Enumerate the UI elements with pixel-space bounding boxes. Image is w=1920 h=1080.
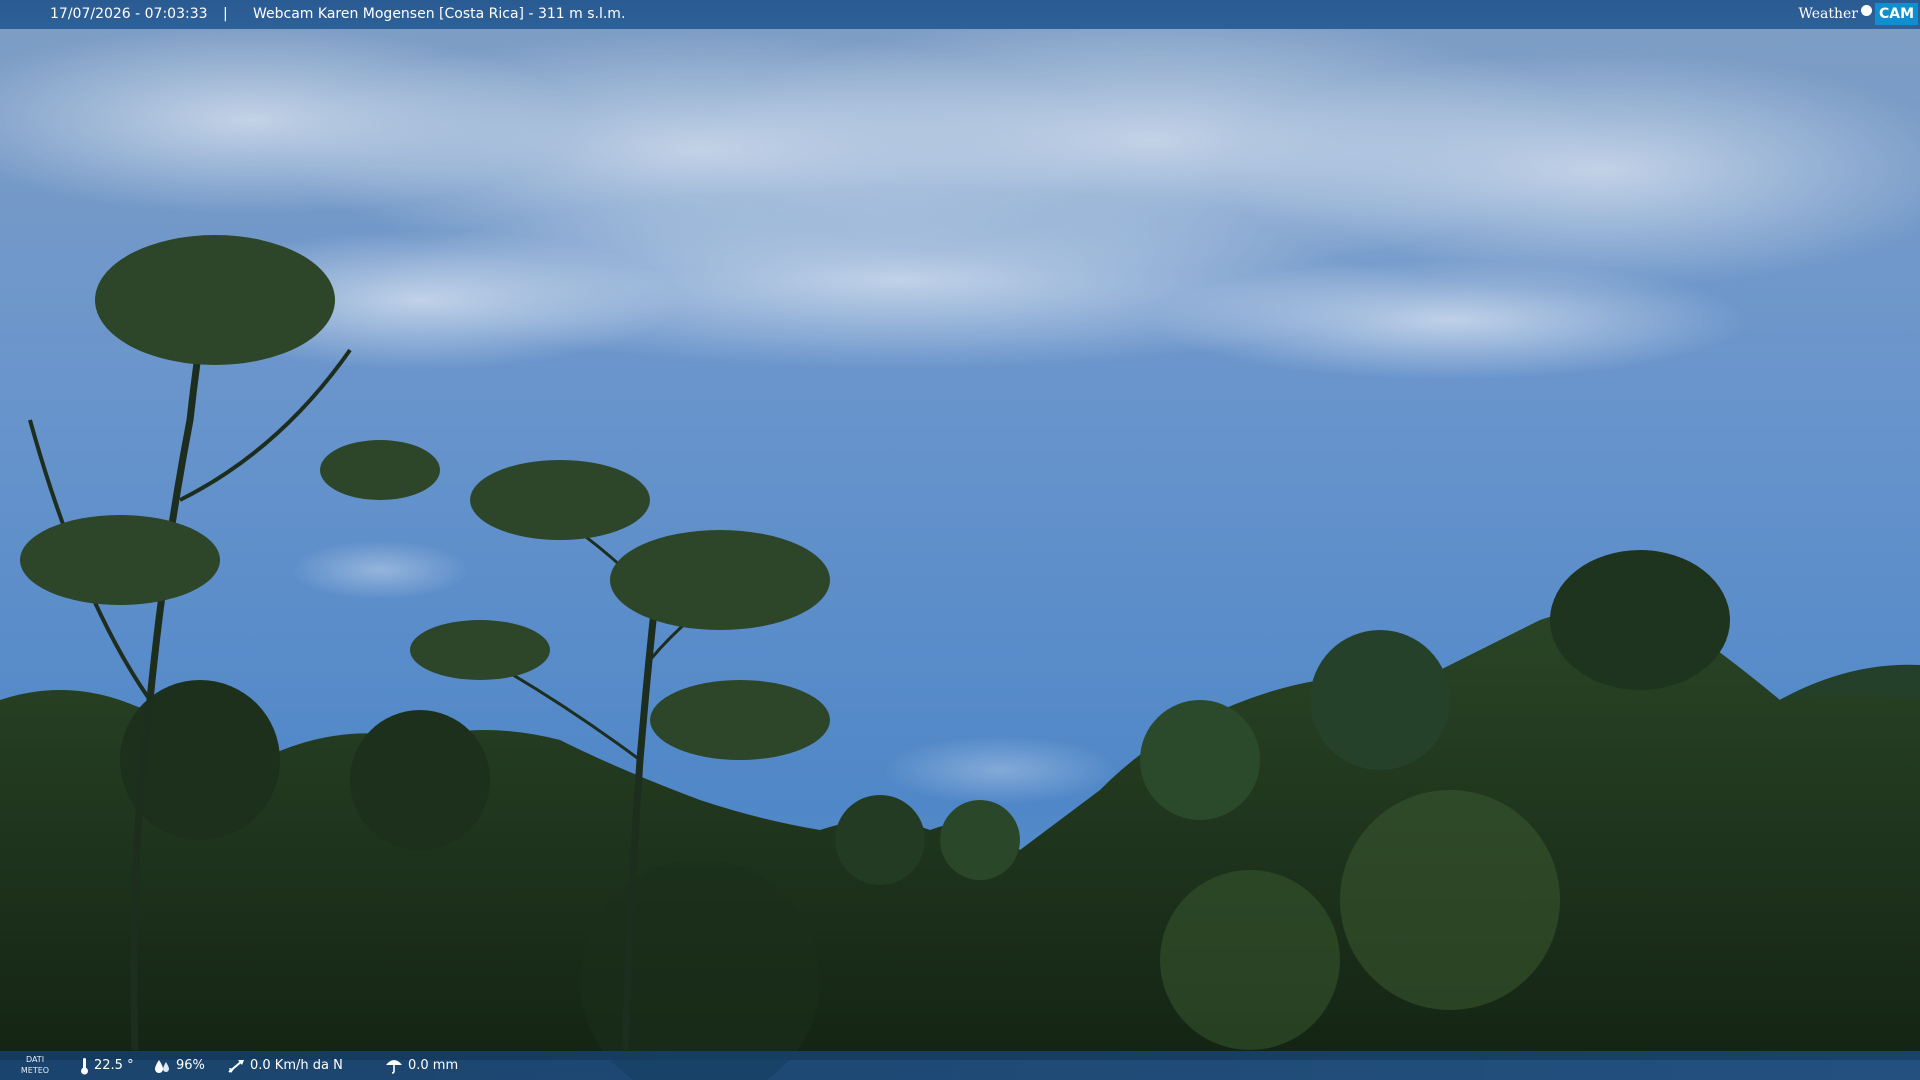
umbrella-icon: [386, 1060, 402, 1074]
humidity-value: 96%: [176, 1058, 205, 1073]
meteo-label-line1: DATI: [25, 1055, 45, 1064]
rain-reading: 0.0 mm: [385, 1051, 458, 1080]
meteo-label: DATI METEO: [20, 1054, 50, 1076]
wind-reading: 0.0 Km/h da N: [227, 1051, 343, 1080]
temperature-reading: 22.5 °: [80, 1051, 134, 1080]
logo-dot-icon: [1860, 4, 1872, 16]
logo-weather-text: Weather: [1798, 6, 1858, 22]
weathercam-logo[interactable]: Weather CAM: [1798, 3, 1918, 25]
logo-cam-text: CAM: [1874, 3, 1918, 25]
meteo-label-line2: METEO: [20, 1066, 50, 1075]
separator: |: [223, 6, 228, 22]
thermometer-icon: [81, 1057, 88, 1074]
humidity-drops-icon: [155, 1059, 169, 1073]
temperature-value: 22.5 °: [94, 1058, 134, 1073]
webcam-image: [0, 0, 1920, 1080]
weather-data-bar: DATI METEO 22.5 ° 96% 0.0 Km/h da N 0.0 …: [0, 1051, 1920, 1080]
timestamp: 17/07/2026 - 07:03:33: [50, 6, 208, 22]
header-bar: 17/07/2026 - 07:03:33 | Webcam Karen Mog…: [0, 0, 1920, 29]
rain-value: 0.0 mm: [408, 1058, 459, 1073]
camera-title: Webcam Karen Mogensen [Costa Rica] - 311…: [253, 6, 626, 22]
wind-vane-icon: [228, 1059, 244, 1073]
wind-value: 0.0 Km/h da N: [250, 1058, 343, 1073]
humidity-reading: 96%: [153, 1051, 205, 1080]
